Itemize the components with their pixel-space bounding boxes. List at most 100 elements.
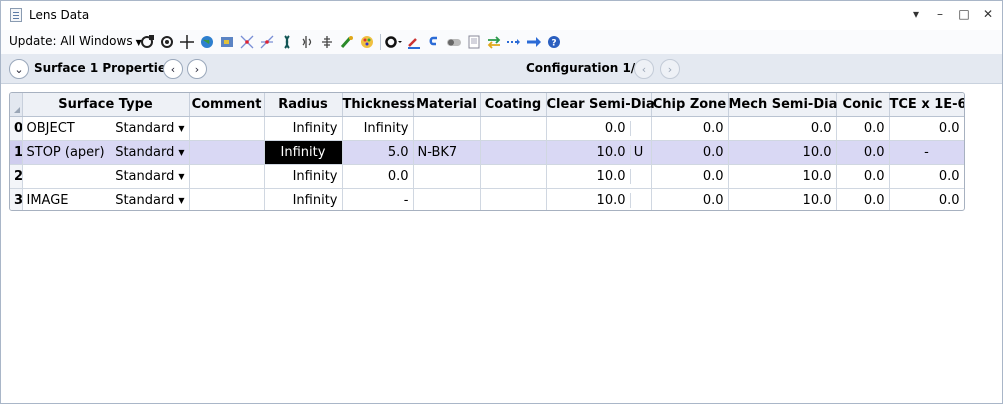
comment-cell[interactable] [189,116,265,141]
radius-cell[interactable]: Infinity [264,116,343,141]
mech-semi-dia-cell[interactable]: 10.0 [728,164,837,189]
tce-cell[interactable]: 0.0 [889,164,964,189]
header-material[interactable]: Material [413,93,481,117]
chip-zone-cell[interactable]: 0.0 [651,140,729,165]
next-config-button[interactable]: › [660,59,680,79]
edit-pencil-icon[interactable] [405,33,423,51]
header-surface-type[interactable]: Surface Type [22,93,190,117]
undo-arrow-icon[interactable] [425,33,443,51]
mech-semi-dia-cell[interactable]: 10.0 [728,140,837,165]
update-dropdown[interactable]: Update: All Windows ▼ [9,34,142,48]
update-all-icon[interactable] [158,33,176,51]
element-icon[interactable] [298,33,316,51]
header-radius[interactable]: Radius [264,93,343,117]
coating-cell[interactable] [480,164,547,189]
thickness-cell[interactable]: - [342,188,414,210]
header-chip-zone[interactable]: Chip Zone [651,93,729,117]
mech-semi-dia-cell[interactable]: 0.0 [728,116,837,141]
close-icon[interactable]: ✕ [982,7,994,21]
surface-type-cell[interactable]: Standard ▼ [22,164,190,189]
clear-semi-dia-cell[interactable]: 10.0 [546,164,652,189]
maximize-icon[interactable]: □ [958,7,970,21]
material-cell[interactable] [413,188,481,210]
update-icon[interactable] [138,33,156,51]
tce-cell[interactable]: - [889,140,964,165]
coating-cell[interactable] [480,188,547,210]
ray-merge-icon[interactable] [258,33,276,51]
row-index[interactable]: 1 [10,140,23,165]
radius-cell-active[interactable]: Infinity [264,140,343,165]
help-icon[interactable]: ? [545,33,563,51]
map-icon[interactable] [218,33,236,51]
next-surface-button[interactable]: › [187,59,207,79]
ray-split-icon[interactable] [238,33,256,51]
surface-type-cell[interactable]: STOP (aper) Standard ▼ [22,140,190,165]
crosshair-icon[interactable] [178,33,196,51]
solve-flag[interactable] [629,169,647,184]
dotted-arrow-icon[interactable] [505,33,523,51]
row-index[interactable]: 0 [10,116,23,141]
row-index[interactable]: 2 [10,164,23,189]
comment-cell[interactable] [189,188,265,210]
minimize-icon[interactable]: – [934,7,946,21]
conic-cell[interactable]: 0.0 [836,116,890,141]
lens-icon[interactable] [278,33,296,51]
dropdown-icon[interactable]: ▾ [910,7,922,21]
ring-dropdown-icon[interactable] [385,33,403,51]
clear-semi-dia-cell[interactable]: 10.0 U [546,140,652,165]
chevron-down-icon[interactable]: ▼ [178,196,184,205]
thickness-cell[interactable]: 5.0 [342,140,414,165]
toggle-icon[interactable] [445,33,463,51]
header-mech-semi-dia[interactable]: Mech Semi-Dia [728,93,837,117]
header-thickness[interactable]: Thickness [342,93,415,117]
chip-zone-cell[interactable]: 0.0 [651,188,729,210]
chevron-down-icon[interactable]: ▼ [178,172,184,181]
surface-name: STOP (aper) [26,145,105,160]
comment-cell[interactable] [189,164,265,189]
select-all-corner[interactable] [10,93,23,117]
radius-cell[interactable]: Infinity [264,188,343,210]
globe-icon[interactable] [198,33,216,51]
header-clear-semi-dia[interactable]: Clear Semi-Dia [546,93,655,117]
thickness-cell[interactable]: Infinity [342,116,414,141]
radius-cell[interactable]: Infinity [264,164,343,189]
chevron-down-icon[interactable]: ▼ [178,148,184,157]
header-coating[interactable]: Coating [480,93,547,117]
coating-cell[interactable] [480,140,547,165]
conic-cell[interactable]: 0.0 [836,140,890,165]
surface-type-cell[interactable]: IMAGE Standard ▼ [22,188,190,210]
thickness-cell[interactable]: 0.0 [342,164,414,189]
prev-surface-button[interactable]: ‹ [163,59,183,79]
comment-cell[interactable] [189,140,265,165]
clear-semi-dia-cell[interactable]: 10.0 [546,188,652,210]
header-conic[interactable]: Conic [836,93,890,117]
tce-cell[interactable]: 0.0 [889,188,964,210]
brush-icon[interactable] [338,33,356,51]
solve-flag[interactable]: U [629,145,647,160]
notes-icon[interactable] [465,33,483,51]
row-index[interactable]: 3 [10,188,23,210]
doublet-icon[interactable] [318,33,336,51]
chip-zone-cell[interactable]: 0.0 [651,164,729,189]
material-cell[interactable] [413,164,481,189]
material-cell[interactable] [413,116,481,141]
prev-config-button[interactable]: ‹ [634,59,654,79]
coating-cell[interactable] [480,116,547,141]
expand-chevron-icon[interactable]: ⌄ [9,59,29,79]
conic-cell[interactable]: 0.0 [836,164,890,189]
chevron-down-icon[interactable]: ▼ [178,124,184,133]
tce-cell[interactable]: 0.0 [889,116,964,141]
exchange-icon[interactable] [485,33,503,51]
conic-cell[interactable]: 0.0 [836,188,890,210]
surface-type-cell[interactable]: OBJECT Standard ▼ [22,116,190,141]
arrow-right-icon[interactable] [525,33,543,51]
clear-semi-dia-cell[interactable]: 0.0 [546,116,652,141]
solve-flag[interactable] [629,193,647,208]
solve-flag[interactable] [629,121,647,136]
palette-icon[interactable] [358,33,376,51]
header-comment[interactable]: Comment [189,93,265,117]
header-tce[interactable]: TCE x 1E-6 [889,93,964,117]
chip-zone-cell[interactable]: 0.0 [651,116,729,141]
material-cell[interactable]: N-BK7 [413,140,481,165]
mech-semi-dia-cell[interactable]: 10.0 [728,188,837,210]
